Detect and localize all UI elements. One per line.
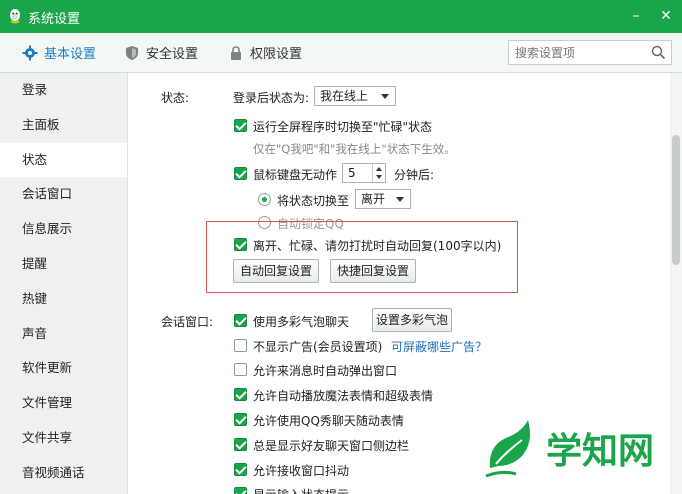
switch-status-select[interactable]: 离开 [355, 189, 411, 209]
sidebar-item-main-panel[interactable]: 主面板 [0, 108, 127, 143]
typing-status-checkbox[interactable] [234, 487, 247, 494]
after-login-status-value: 我在线上 [320, 89, 369, 103]
hide-ads-link[interactable]: 可屏蔽哪些广告？ [391, 338, 487, 355]
popup-on-message-label: 允许来消息时自动弹出窗口 [253, 364, 398, 378]
always-show-sidebar-label: 总是显示好友聊天窗口侧边栏 [253, 439, 410, 453]
colorful-bubble-settings-button[interactable]: 设置多彩气泡 [372, 308, 452, 332]
sidebar-item-login[interactable]: 登录 [0, 73, 127, 108]
hide-ads-checkbox[interactable] [234, 339, 247, 352]
stepper-down-icon[interactable] [376, 175, 382, 179]
allow-shake-label: 允许接收窗口抖动 [253, 464, 350, 478]
toolbar: 基本设置 安全设置 权限设置 [0, 33, 682, 73]
gear-icon [22, 45, 38, 60]
chevron-down-icon [381, 94, 389, 99]
fullscreen-busy-label: 运行全屏程序时切换至"忙碌"状态 [253, 120, 433, 134]
sidebar-item-info-display[interactable]: 信息展示 [0, 212, 127, 247]
idle-minutes-value: 5 [348, 166, 356, 180]
close-button[interactable]: ✕ [656, 6, 676, 26]
sidebar-item-file-management[interactable]: 文件管理 [0, 386, 127, 421]
switch-status-value: 离开 [361, 192, 386, 206]
tab-basic-settings[interactable]: 基本设置 [22, 43, 96, 62]
auto-reply-checkbox[interactable] [234, 238, 247, 251]
idle-minutes-stepper[interactable]: 5 [342, 163, 386, 183]
after-login-status-label: 登录后状态为: [233, 91, 310, 105]
minimize-button[interactable]: – [626, 6, 646, 26]
tab-security-settings[interactable]: 安全设置 [124, 43, 198, 62]
shield-icon [126, 45, 138, 60]
typing-status-label: 显示输入状态提示 [253, 486, 349, 494]
search-box [508, 40, 672, 65]
sidebar-item-av-call[interactable]: 音视频通话 [0, 456, 127, 491]
always-show-sidebar-checkbox[interactable] [234, 438, 247, 451]
sidebar-item-reminder[interactable]: 提醒 [0, 247, 127, 282]
watermark: 学知网 [482, 410, 672, 486]
hide-ads-label: 不显示广告(会员设置项) [253, 340, 383, 354]
auto-play-emoji-label: 允许自动播放魔法表情和超级表情 [253, 389, 434, 403]
scrollbar-thumb[interactable] [672, 135, 680, 265]
popup-on-message-checkbox[interactable] [234, 363, 247, 376]
qq-show-emoji-label: 允许使用QQ秀聊天随动表情 [253, 414, 404, 428]
search-input[interactable] [509, 41, 649, 64]
fullscreen-busy-hint: 仅在"Q我吧"和"我在线上"状态下生效。 [253, 142, 456, 156]
watermark-text: 学知网 [546, 431, 655, 472]
auto-reply-label: 离开、忙碌、请勿打扰时自动回复(100字以内) [253, 239, 502, 253]
search-icon[interactable] [651, 45, 666, 60]
chevron-down-icon [396, 197, 404, 202]
after-login-status-select[interactable]: 我在线上 [314, 86, 396, 106]
window-title: 系统设置 [28, 12, 81, 27]
fullscreen-busy-checkbox[interactable] [234, 119, 247, 132]
quick-reply-settings-button[interactable]: 快捷回复设置 [330, 259, 416, 283]
stepper-up-icon[interactable] [376, 167, 382, 171]
sidebar-item-status[interactable]: 状态 [0, 142, 127, 178]
tab-basic-settings-label: 基本设置 [44, 47, 97, 62]
idle-switch-checkbox[interactable] [234, 167, 247, 180]
sidebar-item-chat-window[interactable]: 会话窗口 [0, 177, 127, 212]
chat-section-label: 会话窗口: [161, 315, 214, 329]
colorful-bubble-checkbox[interactable] [234, 314, 247, 327]
sidebar-item-file-sharing[interactable]: 文件共享 [0, 421, 127, 456]
status-section-label: 状态: [161, 91, 190, 105]
lock-icon [231, 45, 241, 60]
tab-permission-settings[interactable]: 权限设置 [228, 43, 302, 62]
title-bar: 系统设置 – ✕ [0, 0, 682, 33]
watermark-logo-icon [485, 420, 530, 478]
tab-security-settings-label: 安全设置 [146, 47, 199, 62]
sidebar-item-sound[interactable]: 声音 [0, 317, 127, 352]
idle-label: 鼠标键盘无动作 [253, 168, 338, 182]
auto-play-emoji-checkbox[interactable] [234, 388, 247, 401]
switch-status-radio[interactable] [258, 193, 271, 206]
tab-permission-settings-label: 权限设置 [250, 47, 303, 62]
switch-status-label: 将状态切换至 [277, 194, 350, 208]
allow-shake-checkbox[interactable] [234, 463, 247, 476]
qq-logo-icon [10, 9, 20, 24]
auto-reply-settings-button[interactable]: 自动回复设置 [233, 259, 319, 283]
sidebar-item-hotkey[interactable]: 热键 [0, 282, 127, 317]
qq-show-emoji-checkbox[interactable] [234, 413, 247, 426]
sidebar-item-software-update[interactable]: 软件更新 [0, 351, 127, 386]
colorful-bubble-label: 使用多彩气泡聊天 [253, 315, 350, 329]
sidebar: 登录 主面板 状态 会话窗口 信息展示 提醒 热键 声音 软件更新 文件管理 文… [0, 73, 128, 494]
idle-suffix-label: 分钟后: [394, 168, 435, 182]
